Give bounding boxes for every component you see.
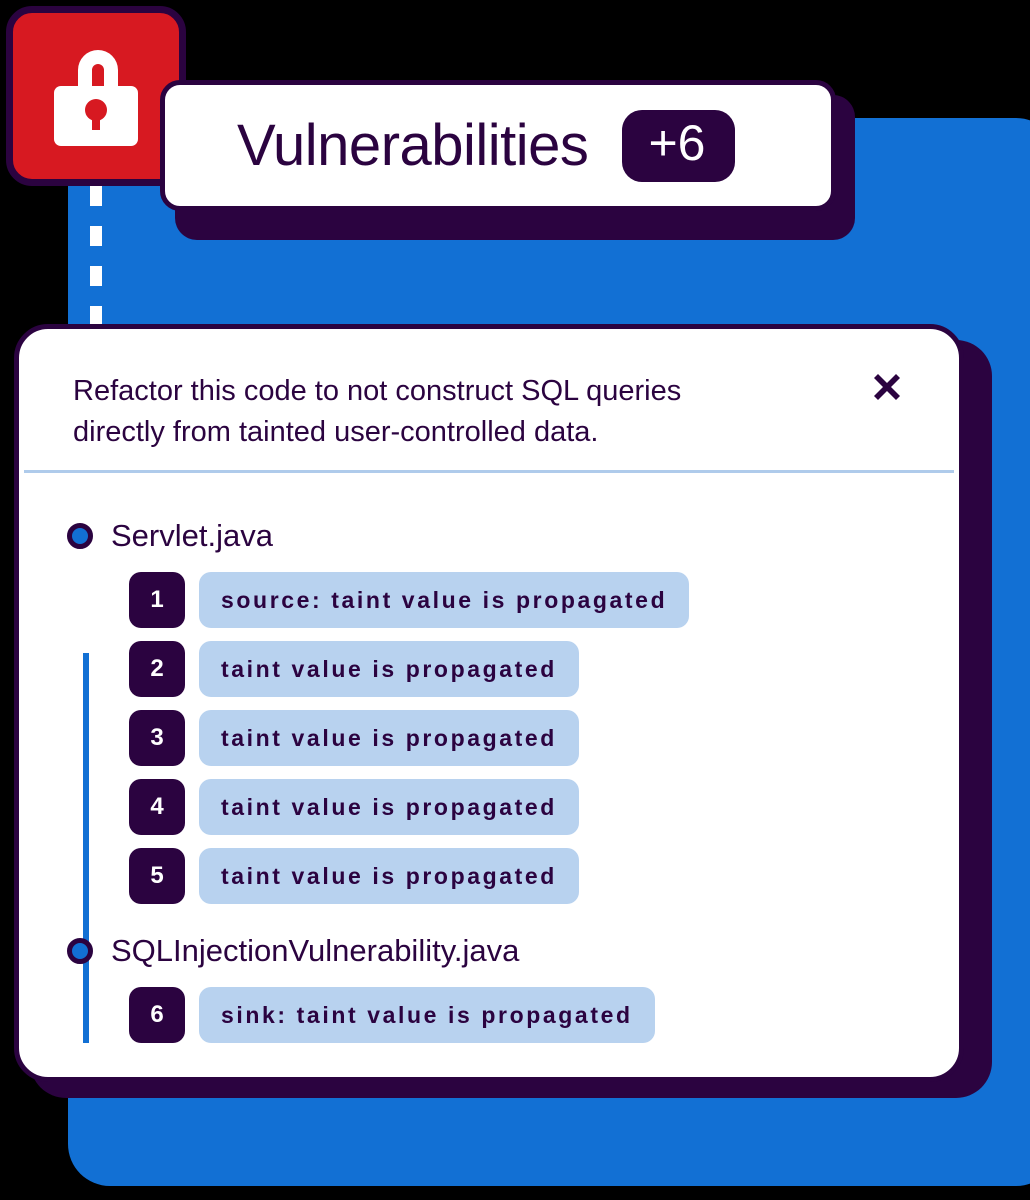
- step-description: taint value is propagated: [199, 710, 579, 767]
- step-description: source: taint value is propagated: [199, 572, 690, 629]
- step-description: taint value is propagated: [199, 779, 579, 836]
- step-number: 2: [129, 641, 185, 698]
- vulnerability-count-badge: +6: [622, 109, 736, 182]
- file-group-header[interactable]: SQLInjectionVulnerability.java: [19, 928, 959, 974]
- timeline-dot-icon: [67, 938, 93, 965]
- header-pill: Vulnerabilities +6: [160, 80, 836, 211]
- step-list: 6 sink: taint value is propagated: [19, 987, 959, 1044]
- list-item[interactable]: 5 taint value is propagated: [19, 848, 959, 905]
- detail-card: Refactor this code to not construct SQL …: [14, 324, 964, 1082]
- timeline-dot-icon: [67, 523, 93, 550]
- step-number: 5: [129, 848, 185, 905]
- step-number: 1: [129, 572, 185, 629]
- trace-group: Servlet.java 1 source: taint value is pr…: [19, 513, 959, 905]
- trace-group: SQLInjectionVulnerability.java 6 sink: t…: [19, 928, 959, 1044]
- page-title: Vulnerabilities: [237, 113, 589, 178]
- file-group-header[interactable]: Servlet.java: [19, 513, 959, 559]
- taint-trace-list: Servlet.java 1 source: taint value is pr…: [19, 453, 959, 1044]
- issue-description: Refactor this code to not construct SQL …: [73, 375, 682, 449]
- vulnerability-trace-illustration: Vulnerabilities +6 Refactor this code to…: [0, 0, 1030, 1200]
- step-number: 6: [129, 987, 185, 1044]
- step-number: 3: [129, 710, 185, 767]
- step-description: sink: taint value is propagated: [199, 987, 655, 1044]
- list-item[interactable]: 4 taint value is propagated: [19, 779, 959, 836]
- list-item[interactable]: 2 taint value is propagated: [19, 641, 959, 698]
- step-list: 1 source: taint value is propagated 2 ta…: [19, 572, 959, 905]
- list-item[interactable]: 3 taint value is propagated: [19, 710, 959, 767]
- list-item[interactable]: 6 sink: taint value is propagated: [19, 987, 959, 1044]
- close-icon[interactable]: [861, 361, 913, 413]
- file-name: Servlet.java: [111, 518, 273, 554]
- detail-card-header: Refactor this code to not construct SQL …: [19, 329, 959, 473]
- step-description: taint value is propagated: [199, 848, 579, 905]
- step-description: taint value is propagated: [199, 641, 579, 698]
- step-number: 4: [129, 779, 185, 836]
- list-item[interactable]: 1 source: taint value is propagated: [19, 572, 959, 629]
- file-name: SQLInjectionVulnerability.java: [111, 933, 520, 969]
- open-padlock-icon: [6, 6, 186, 186]
